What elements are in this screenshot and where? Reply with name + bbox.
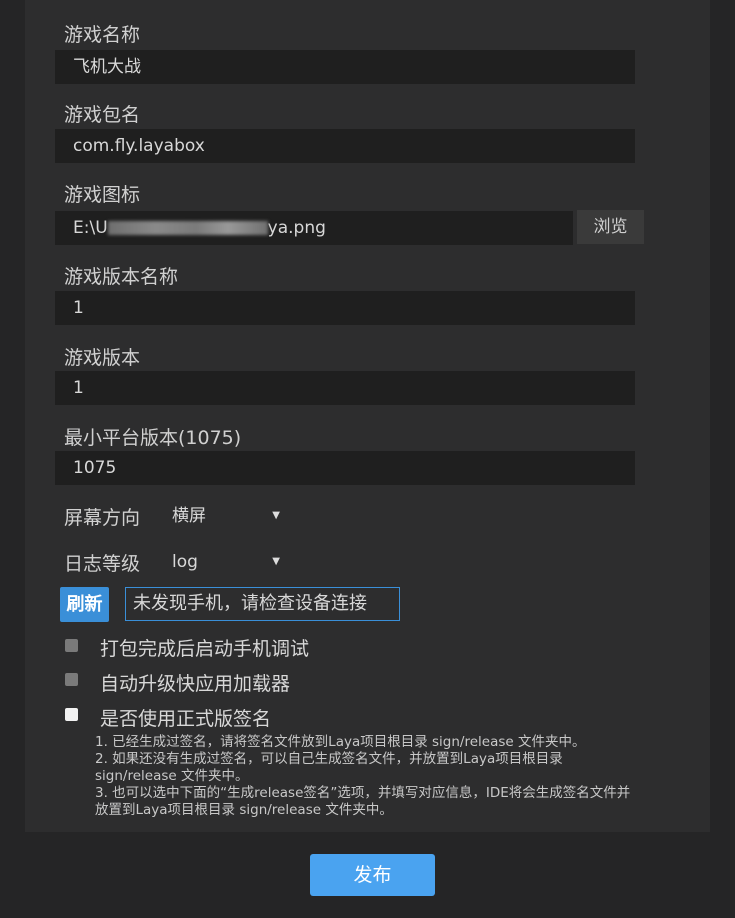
note-line: sign/release 文件夹中。 xyxy=(95,768,249,784)
icon-path-prefix: E:\U xyxy=(73,218,108,238)
caret-down-icon: ▼ xyxy=(272,510,280,521)
note-line: 2. 如果还没有生成过签名，可以自己生成签名文件，并放置到Laya项目根目录 xyxy=(95,751,563,767)
orientation-select[interactable]: 横屏 ▼ xyxy=(172,502,282,530)
game-name-label: 游戏名称 xyxy=(64,24,141,46)
package-name-label: 游戏包名 xyxy=(64,104,141,126)
auto-upgrade-checkbox[interactable] xyxy=(65,673,78,686)
version-label: 游戏版本 xyxy=(64,347,141,369)
icon-path-suffix: ya.png xyxy=(267,218,326,238)
note-line: 3. 也可以选中下面的“生成release签名”选项，并填写对应信息，IDE将会… xyxy=(95,785,631,801)
caret-down-icon: ▼ xyxy=(272,556,280,567)
version-name-input[interactable]: 1 xyxy=(55,291,635,325)
debug-after-pack-checkbox[interactable] xyxy=(65,639,78,652)
game-icon-input[interactable]: E:\U ya.png xyxy=(55,211,573,245)
min-platform-input[interactable]: 1075 xyxy=(55,451,635,485)
game-name-input[interactable]: 飞机大战 xyxy=(55,50,635,84)
publish-button[interactable]: 发布 xyxy=(310,854,435,896)
sign-notes: 1. 已经生成过签名，请将签名文件放到Laya项目根目录 sign/releas… xyxy=(95,734,685,819)
version-input[interactable]: 1 xyxy=(55,371,635,405)
log-level-value: log xyxy=(172,552,198,572)
game-icon-label: 游戏图标 xyxy=(64,184,141,206)
auto-upgrade-label: 自动升级快应用加载器 xyxy=(100,673,291,695)
note-line: 放置到Laya项目根目录 sign/release 文件夹中。 xyxy=(95,802,393,818)
package-name-input[interactable]: com.fly.layabox xyxy=(55,129,635,163)
release-sign-checkbox[interactable] xyxy=(65,708,78,721)
note-line: 1. 已经生成过签名，请将签名文件放到Laya项目根目录 sign/releas… xyxy=(95,734,586,750)
min-platform-label: 最小平台版本(1075) xyxy=(64,427,242,449)
log-level-label: 日志等级 xyxy=(64,553,141,575)
log-level-select[interactable]: log ▼ xyxy=(172,548,282,576)
version-name-label: 游戏版本名称 xyxy=(64,266,179,288)
redacted-path xyxy=(107,221,268,235)
refresh-button[interactable]: 刷新 xyxy=(60,587,109,622)
orientation-label: 屏幕方向 xyxy=(64,507,141,529)
device-status: 未发现手机，请检查设备连接 xyxy=(125,587,400,621)
debug-after-pack-label: 打包完成后启动手机调试 xyxy=(100,638,310,660)
browse-button[interactable]: 浏览 xyxy=(577,210,644,244)
release-sign-label: 是否使用正式版签名 xyxy=(100,708,272,730)
orientation-value: 横屏 xyxy=(172,506,206,526)
